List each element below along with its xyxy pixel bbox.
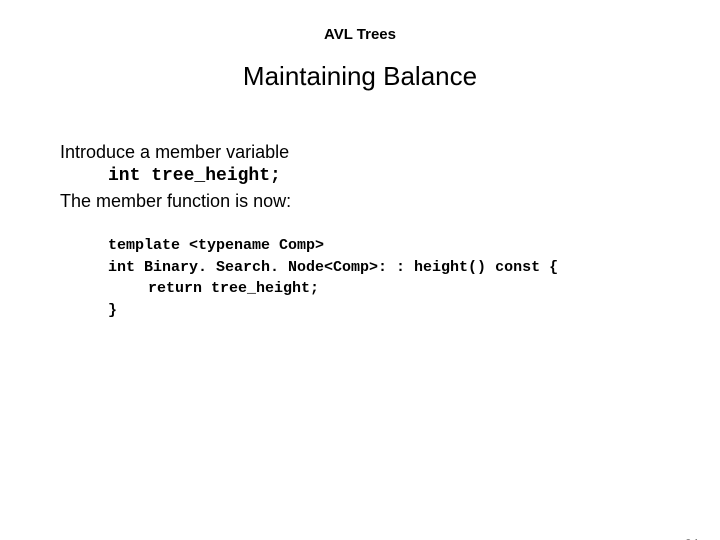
- body-line-3: The member function is now:: [60, 189, 660, 213]
- code-line-4: }: [108, 300, 660, 322]
- slide-supertitle: AVL Trees: [0, 26, 720, 43]
- body-line-2-code: int tree_height;: [108, 164, 660, 188]
- code-line-2: int Binary. Search. Node<Comp>: : height…: [108, 257, 660, 279]
- code-line-3: return tree_height;: [148, 278, 660, 300]
- slide-body: Introduce a member variable int tree_hei…: [60, 140, 660, 322]
- code-line-1: template <typename Comp>: [108, 235, 660, 257]
- body-line-1: Introduce a member variable: [60, 140, 660, 164]
- code-block: template <typename Comp> int Binary. Sea…: [108, 235, 660, 322]
- page-number: 31: [684, 536, 700, 540]
- slide-title: Maintaining Balance: [0, 61, 720, 92]
